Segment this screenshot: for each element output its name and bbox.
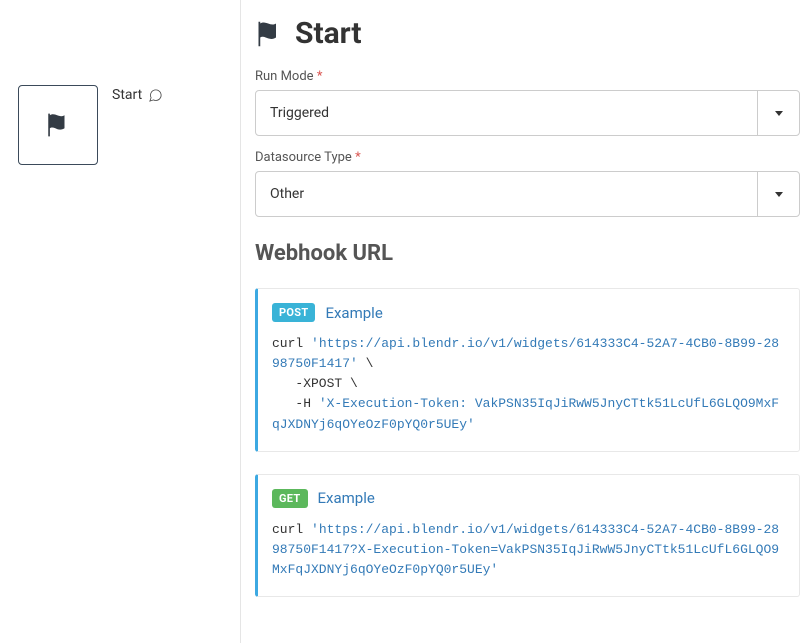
webhook-heading: Webhook URL [255,241,800,266]
page-title: Start [255,10,800,69]
node-start-block[interactable] [18,85,98,165]
post-example-block: POST Example curl 'https://api.blendr.io… [255,288,800,452]
get-code[interactable]: curl 'https://api.blendr.io/v1/widgets/6… [258,518,799,596]
canvas-pane: Start [0,0,240,643]
post-code[interactable]: curl 'https://api.blendr.io/v1/widgets/6… [258,332,799,451]
datasource-type-caret[interactable] [757,172,799,216]
page-title-text: Start [295,16,362,51]
comment-icon [148,88,163,103]
flag-icon [255,20,283,48]
run-mode-dropdown[interactable]: Triggered [255,90,800,136]
field-datasource-type: Datasource Type * Other [255,150,800,217]
details-pane: Start Run Mode * Triggered Datasource Ty… [240,0,808,643]
post-badge: POST [272,303,315,322]
get-example-block: GET Example curl 'https://api.blendr.io/… [255,474,800,597]
node-start-label: Start [112,87,142,103]
node-start-label-wrap: Start [112,87,163,103]
run-mode-value[interactable]: Triggered [256,91,757,135]
get-badge: GET [272,489,308,508]
datasource-type-dropdown[interactable]: Other [255,171,800,217]
datasource-type-value[interactable]: Other [256,172,757,216]
chevron-down-icon [775,111,783,116]
get-example-title: Example [318,489,375,507]
flag-icon [45,112,71,138]
datasource-type-label: Datasource Type * [255,150,800,165]
field-run-mode: Run Mode * Triggered [255,69,800,136]
post-example-title: Example [325,304,382,322]
chevron-down-icon [775,192,783,197]
run-mode-caret[interactable] [757,91,799,135]
run-mode-label: Run Mode * [255,69,800,84]
